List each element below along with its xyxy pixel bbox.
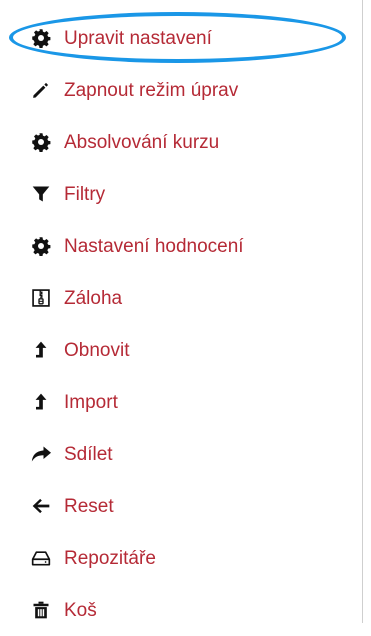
- menu-item-edit-settings[interactable]: Upravit nastavení: [0, 12, 362, 64]
- level-up-arrow-icon: [30, 339, 52, 361]
- menu-item-label: Zapnout režim úprav: [64, 79, 239, 101]
- menu-item-label: Reset: [64, 495, 114, 517]
- menu-item-edit-mode[interactable]: Zapnout režim úprav: [0, 64, 362, 116]
- menu-item-backup[interactable]: Záloha: [0, 272, 362, 324]
- course-administration-panel: Upravit nastavení Zapnout režim úprav Ab…: [0, 0, 363, 623]
- menu-item-import[interactable]: Import: [0, 376, 362, 428]
- filter-icon: [30, 183, 52, 205]
- menu-item-course-completion[interactable]: Absolvování kurzu: [0, 116, 362, 168]
- menu-item-label: Repozitáře: [64, 547, 156, 569]
- menu-item-label: Filtry: [64, 183, 106, 205]
- pencil-icon: [30, 79, 52, 101]
- menu-item-restore[interactable]: Obnovit: [0, 324, 362, 376]
- menu-item-grade-settings[interactable]: Nastavení hodnocení: [0, 220, 362, 272]
- menu-item-label: Absolvování kurzu: [64, 131, 220, 153]
- menu-item-repositories[interactable]: Repozitáře: [0, 532, 362, 584]
- gear-icon: [30, 235, 52, 257]
- menu-item-label: Import: [64, 391, 118, 413]
- menu-item-reset[interactable]: Reset: [0, 480, 362, 532]
- share-arrow-icon: [30, 443, 52, 465]
- menu-item-label: Nastavení hodnocení: [64, 235, 244, 257]
- menu-item-label: Upravit nastavení: [64, 27, 212, 49]
- level-up-arrow-icon: [30, 391, 52, 413]
- settings-menu: Upravit nastavení Zapnout režim úprav Ab…: [0, 12, 362, 636]
- menu-item-share[interactable]: Sdílet: [0, 428, 362, 480]
- trash-icon: [30, 599, 52, 621]
- menu-item-label: Záloha: [64, 287, 123, 309]
- arrow-left-icon: [30, 495, 52, 517]
- menu-item-label: Sdílet: [64, 443, 113, 465]
- menu-item-filters[interactable]: Filtry: [0, 168, 362, 220]
- hard-drive-icon: [30, 547, 52, 569]
- menu-item-label: Obnovit: [64, 339, 130, 361]
- menu-item-label: Koš: [64, 599, 97, 621]
- menu-item-recycle-bin[interactable]: Koš: [0, 584, 362, 636]
- gear-icon: [30, 131, 52, 153]
- archive-file-icon: [30, 287, 52, 309]
- gear-icon: [30, 27, 52, 49]
